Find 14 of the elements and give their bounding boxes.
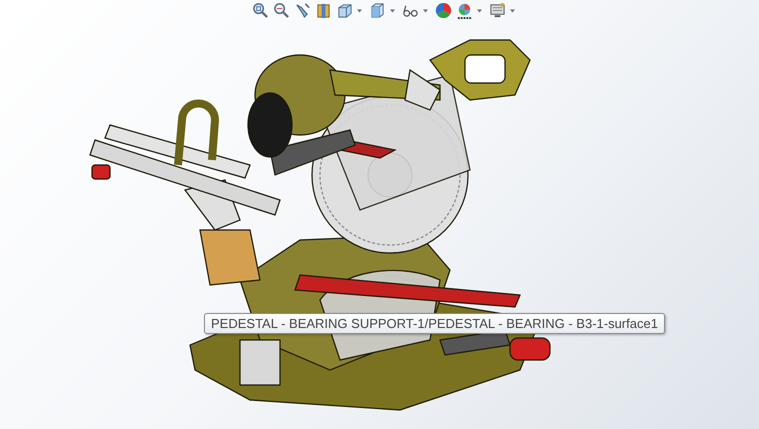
caret-icon[interactable] [356, 8, 362, 12]
caret-icon[interactable] [422, 8, 428, 12]
cube-icon[interactable] [368, 2, 386, 19]
zoom-area-icon[interactable] [272, 2, 290, 19]
caret-icon[interactable] [510, 8, 514, 12]
view-orientation-icon[interactable] [336, 2, 352, 19]
color-wheel-icon[interactable] [434, 2, 452, 19]
monitor-icon[interactable] [488, 2, 506, 19]
caret-icon[interactable] [390, 8, 394, 12]
scene-icon[interactable] [456, 2, 472, 19]
zoom-to-fit-icon[interactable] [252, 2, 268, 19]
caret-icon[interactable] [476, 8, 482, 12]
section-view-icon[interactable] [314, 2, 332, 19]
tooltip: PEDESTAL - BEARING SUPPORT-1/PEDESTAL - BEARING - B3-1-surface1 [204, 313, 665, 334]
